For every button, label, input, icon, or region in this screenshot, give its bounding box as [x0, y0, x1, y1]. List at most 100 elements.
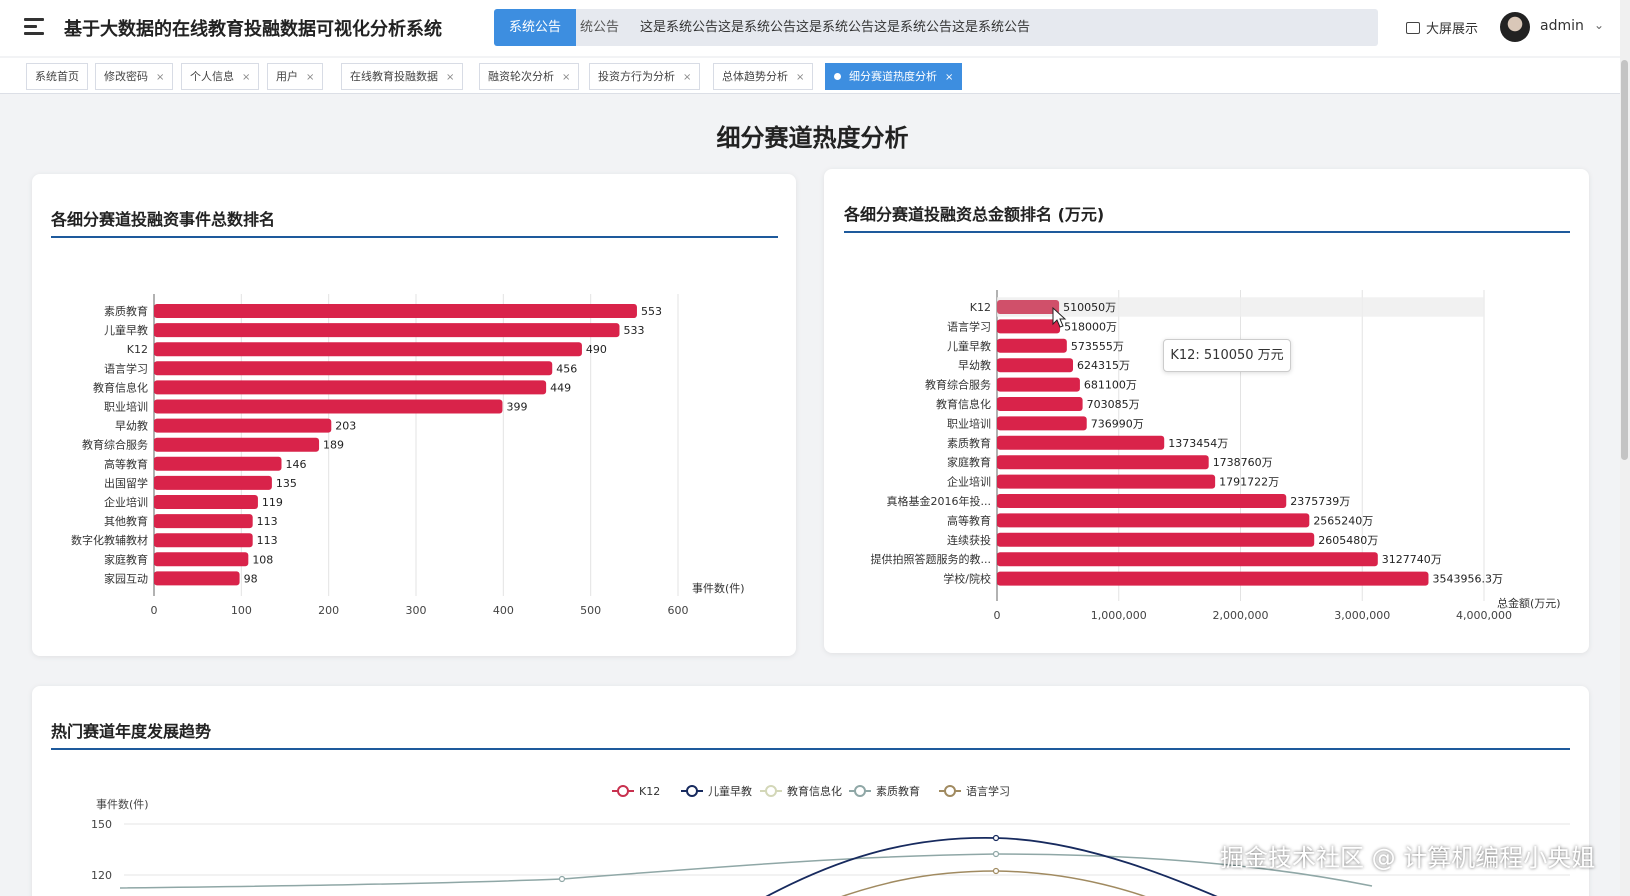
close-icon[interactable]: × [156, 72, 164, 83]
monitor-icon [1406, 21, 1420, 34]
data-label: 1791722万 [1219, 476, 1279, 489]
tab-label: 修改密码 [104, 70, 148, 83]
tick-label: 150 [91, 818, 112, 831]
category-label: 早幼教 [958, 359, 991, 372]
category-label: 真格基金2016年投... [887, 494, 991, 508]
category-label: 提供拍照答题服务的教... [871, 552, 992, 566]
bar-chart-total-amount[interactable]: 0 1,000,000 2,000,000 3,000,000 4,000,000 K12… [824, 169, 1589, 653]
data-label: 1738760万 [1213, 456, 1273, 469]
data-point [558, 875, 566, 883]
tab-label: 融资轮次分析 [488, 70, 554, 83]
data-label: 681100万 [1084, 379, 1137, 392]
bar [154, 342, 582, 357]
category-label: 教育信息化 [93, 380, 148, 394]
tab-change-password[interactable]: 修改密码 × [95, 63, 174, 90]
data-label: 113 [257, 515, 278, 528]
bar [997, 571, 1429, 586]
chevron-down-icon[interactable]: ⌄ [1594, 18, 1604, 32]
data-label: 108 [252, 553, 273, 566]
tab-investor-behavior[interactable]: 投资方行为分析 × [589, 63, 701, 90]
notice-text: 这是系统公告这是系统公告这是系统公告这是系统公告这是系统公告 [640, 20, 1031, 35]
bar [997, 532, 1315, 547]
tick-label: 120 [91, 869, 112, 882]
bar [997, 513, 1310, 528]
tabs-bar: 系统首页 修改密码 × 个人信息 × 用户 × 在线教育投融数据 × 融资轮次分析 × 投… [0, 58, 1630, 94]
tab-overall-trend[interactable]: 总体趋势分析 × [713, 63, 814, 90]
bigscreen-button[interactable]: 大屏展示 [1406, 18, 1478, 37]
close-icon[interactable]: × [562, 72, 570, 83]
legend-label: 教育信息化 [787, 784, 842, 798]
tab-profile[interactable]: 个人信息 × [181, 63, 260, 90]
bar [997, 494, 1287, 508]
data-label: 456 [556, 362, 577, 375]
category-label: 教育综合服务 [925, 378, 991, 392]
category-label: 数字化教辅教材 [71, 533, 148, 547]
category-label: K12 [970, 301, 991, 314]
data-label: 119 [262, 496, 283, 509]
bar [154, 456, 282, 471]
tick-label: 0 [994, 609, 1001, 622]
data-label: 146 [286, 458, 307, 471]
data-point [992, 850, 1000, 858]
tab-label: 个人信息 [190, 70, 234, 83]
data-label: 736990万 [1091, 417, 1144, 430]
axis-title: 总金额(万元) [1497, 596, 1561, 610]
category-label: 教育综合服务 [82, 438, 148, 452]
bar [154, 475, 272, 490]
category-label: 家庭教育 [947, 455, 991, 469]
data-label: 510050万 [1063, 301, 1116, 314]
data-label: 3127740万 [1382, 553, 1442, 566]
bar [154, 514, 253, 529]
bar [154, 361, 553, 376]
notice-prefix: 统公告 [580, 20, 620, 35]
category-label: 家庭教育 [104, 552, 148, 566]
close-icon[interactable]: × [306, 72, 314, 83]
tab-home[interactable]: 系统首页 [26, 63, 88, 90]
category-label: 教育信息化 [936, 397, 991, 411]
bar [997, 552, 1378, 567]
app-title: 基于大数据的在线教育投融数据可视化分析系统 [64, 19, 442, 40]
tab-label: 系统首页 [35, 70, 79, 83]
bar-chart-event-count[interactable]: 0 100 200 300 400 500 600 素质教育 553 儿童早教 533 K12 490 语… [32, 174, 796, 656]
close-icon[interactable]: × [242, 72, 250, 83]
close-icon[interactable]: × [945, 72, 953, 83]
close-icon[interactable]: × [446, 72, 454, 83]
category-label: 儿童早教 [947, 339, 991, 353]
bar [997, 377, 1080, 392]
tick-label: 100 [231, 604, 252, 617]
data-label: 703085万 [1087, 398, 1140, 411]
tab-track-heat[interactable]: 细分赛道热度分析 × [825, 63, 963, 90]
tab-users[interactable]: 用户 × [267, 63, 324, 90]
legend-marker [765, 785, 777, 797]
close-icon[interactable]: × [683, 72, 691, 83]
bar [997, 338, 1067, 353]
tab-online-edu-data[interactable]: 在线教育投融数据 × [341, 63, 464, 90]
category-label: 素质教育 [104, 304, 148, 318]
category-label: 职业培训 [947, 416, 991, 430]
bar [997, 474, 1216, 489]
data-label: 553 [641, 305, 662, 318]
axis-title: 事件数(件) [692, 582, 745, 595]
tick-label: 600 [668, 604, 689, 617]
bar [154, 571, 240, 586]
bar [154, 380, 547, 395]
category-label: 语言学习 [947, 319, 991, 333]
data-label: 2565240万 [1313, 514, 1373, 527]
page-title: 细分赛道热度分析 [716, 124, 909, 152]
category-label: 学校/院校 [943, 572, 991, 586]
avatar[interactable] [1500, 12, 1530, 42]
scrollbar-thumb[interactable] [1621, 60, 1628, 460]
tab-funding-round[interactable]: 融资轮次分析 × [479, 63, 580, 90]
legend-label: K12 [639, 785, 660, 798]
legend-label: 素质教育 [876, 784, 920, 798]
close-icon[interactable]: × [796, 72, 804, 83]
bar [154, 304, 637, 318]
tick-label: 3,000,000 [1334, 609, 1390, 622]
category-label: 早幼教 [115, 420, 148, 433]
username[interactable]: admin [1540, 18, 1584, 34]
data-label: 189 [323, 439, 344, 452]
data-label: 98 [244, 572, 258, 585]
menu-toggle-icon[interactable] [24, 18, 44, 36]
tab-label: 在线教育投融数据 [350, 70, 438, 83]
legend-marker [686, 785, 698, 797]
